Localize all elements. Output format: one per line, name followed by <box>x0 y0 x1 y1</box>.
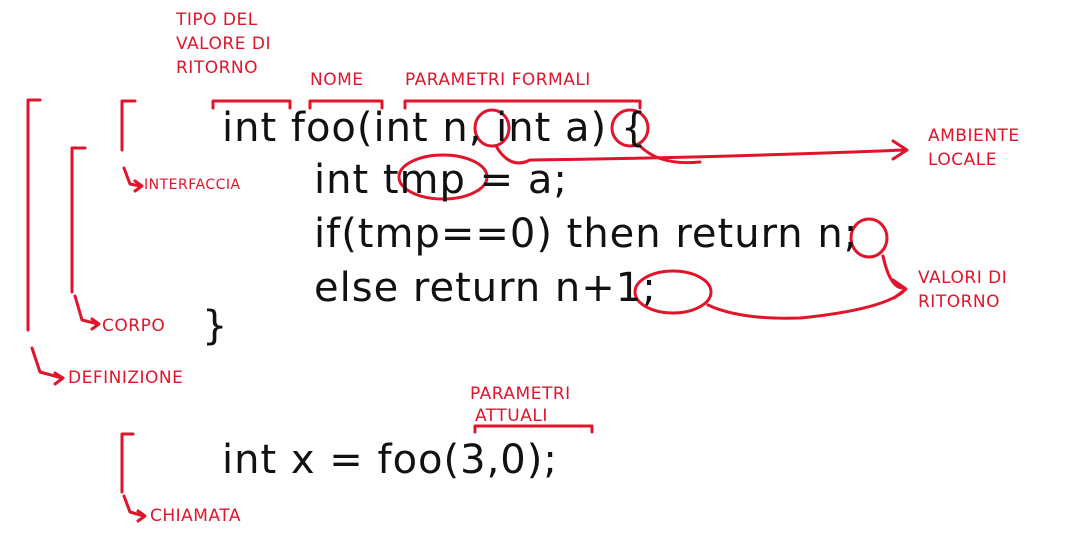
label-call: CHIAMATA <box>150 506 241 526</box>
label-local-env-2: LOCALE <box>928 150 997 170</box>
code-if-return: if(tmp==0) then return n; <box>314 211 859 257</box>
label-return-type-2: VALORE DI <box>176 34 271 54</box>
code-local-decl: int tmp = a; <box>314 157 568 203</box>
body-bracket <box>70 146 87 294</box>
code-else-return: else return n+1; <box>314 265 657 311</box>
label-interface: INTERFACCIA <box>144 177 241 193</box>
function-anatomy-diagram: int foo(int n, int a) { int tmp = a; if(… <box>0 0 1080 558</box>
label-body: CORPO <box>102 316 166 336</box>
label-return-values-1: VALORI DI <box>918 268 1008 288</box>
label-return-type-1: TIPO DEL <box>176 10 258 30</box>
label-name: NOME <box>310 70 364 90</box>
return-values-arrowhead <box>891 278 908 300</box>
actual-params-underline <box>473 424 594 434</box>
label-actual-params-1: PARAMETRI <box>470 384 571 404</box>
label-local-env-1: AMBIENTE <box>928 126 1020 146</box>
local-env-arrow-a <box>638 144 702 165</box>
label-return-values-2: RITORNO <box>918 292 1001 312</box>
code-closing-brace: } <box>202 303 229 349</box>
code-call: int x = foo(3,0); <box>222 437 558 483</box>
definition-bracket <box>26 98 42 332</box>
label-formal-params: PARAMETRI FORMALI <box>405 70 591 90</box>
interface-bracket <box>120 99 137 152</box>
label-return-type-3: RITORNO <box>176 58 259 78</box>
code-signature: int foo(int n, int a) { <box>222 105 648 151</box>
label-actual-params-2: ATTUALI <box>475 406 548 426</box>
call-bracket <box>120 432 135 494</box>
return-values-arrow-2 <box>706 290 905 320</box>
label-definition: DEFINIZIONE <box>68 368 184 388</box>
